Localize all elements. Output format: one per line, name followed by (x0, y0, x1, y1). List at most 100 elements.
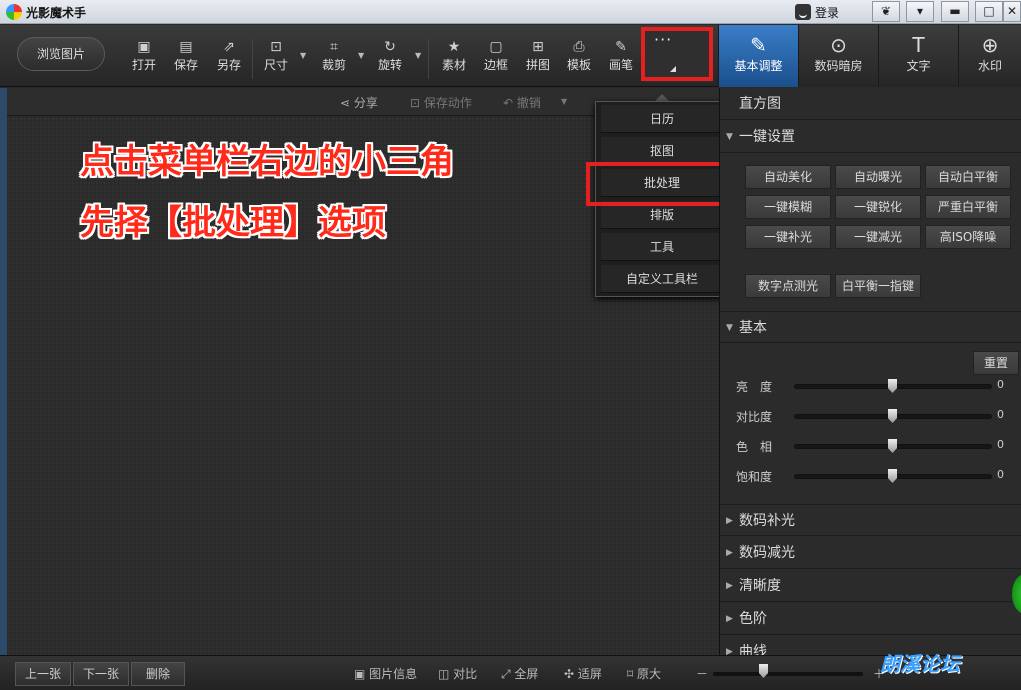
toolbar-divider (428, 39, 429, 79)
menu-item-custom-toolbar[interactable]: 自定义工具栏 (601, 265, 723, 293)
zoom-out-button[interactable]: － (696, 665, 708, 682)
undo-dropdown-caret-icon[interactable]: ▼ (561, 97, 567, 106)
fit-screen-button[interactable]: ✣ 适屏 (564, 665, 602, 682)
skin-button[interactable]: ❦ (872, 1, 900, 22)
tab-darkroom[interactable]: ⊙ 数码暗房 (798, 25, 878, 87)
save-button[interactable]: ▤ 保存 (168, 37, 204, 79)
curves-header[interactable]: ▶ 曲线 (720, 636, 1021, 655)
resize-dropdown-caret-icon[interactable]: ▼ (300, 51, 306, 60)
contrast-value: 0 (997, 408, 1004, 421)
compare-icon: ◫ (438, 667, 454, 681)
brightness-knob[interactable] (888, 379, 897, 393)
undo-label: 撤销 (516, 96, 541, 110)
menu-item-tools[interactable]: 工具 (601, 233, 723, 261)
levels-header[interactable]: ▶ 色阶 (720, 603, 1021, 635)
rotate-button[interactable]: ↻ 旋转 (372, 37, 408, 79)
severe-white-balance-button[interactable]: 严重白平衡 (925, 195, 1011, 219)
original-size-button[interactable]: ⌑ 原大 (627, 665, 661, 682)
oneclick-reduce-light-button[interactable]: 一键减光 (835, 225, 921, 249)
resize-button[interactable]: ⊡ 尺寸 (258, 37, 294, 79)
hue-slider-row: 色 相 0 (736, 436, 1021, 456)
zoom-slider-track[interactable] (713, 672, 863, 676)
bottom-bar: 上一张 下一张 删除 ▣ 图片信息 ◫ 对比 ⤢ 全屏 ✣ 适屏 ⌑ 原大 － … (0, 655, 1021, 690)
save-as-button[interactable]: ⇗ 另存 (211, 37, 247, 79)
hue-label: 色 相 (736, 440, 773, 454)
tab-basic-adjust[interactable]: ✎ 基本调整 (718, 25, 798, 87)
save-action-button[interactable]: ⊡ 保存动作 (410, 94, 472, 111)
open-button[interactable]: ▣ 打开 (126, 37, 162, 79)
annotation-line-2: 先择【批处理】选项 (80, 203, 386, 243)
toolbar-divider (252, 39, 253, 79)
maximize-button[interactable]: □ (975, 1, 1003, 22)
minimize-button[interactable]: ▬ (941, 1, 969, 22)
brush-icon: ✎ (615, 39, 627, 55)
oneclick-blur-button[interactable]: 一键模糊 (745, 195, 831, 219)
high-iso-denoise-button[interactable]: 高ISO降噪 (925, 225, 1011, 249)
contrast-knob[interactable] (888, 409, 897, 423)
fullscreen-button[interactable]: ⤢ 全屏 (501, 665, 538, 682)
tab-text[interactable]: T 文字 (878, 25, 958, 87)
digital-metering-button[interactable]: 数字点测光 (745, 274, 831, 298)
annotation-line-1: 点击菜单栏右边的小三角 (80, 142, 454, 182)
oneclick-header[interactable]: ▼ 一键设置 (720, 121, 1021, 153)
save-as-label: 另存 (216, 58, 241, 72)
hue-knob[interactable] (888, 439, 897, 453)
image-info-button[interactable]: ▣ 图片信息 (354, 665, 417, 682)
border-button[interactable]: ▢ 边框 (478, 37, 514, 79)
auto-exposure-button[interactable]: 自动曝光 (835, 165, 921, 189)
collage-button[interactable]: ⊞ 拼图 (520, 37, 556, 79)
reduce-light-header[interactable]: ▶ 数码减光 (720, 537, 1021, 569)
reduce-light-label: 数码减光 (739, 545, 795, 561)
fill-light-header[interactable]: ▶ 数码补光 (720, 504, 1021, 536)
compare-label: 对比 (453, 667, 478, 681)
menu-button[interactable]: ▾ (906, 1, 934, 22)
histogram-header[interactable]: 直方图 (720, 88, 1021, 120)
brush-button[interactable]: ✎ 画笔 (603, 37, 639, 79)
rotate-icon: ↻ (384, 39, 396, 55)
save-action-label: 保存动作 (423, 96, 472, 110)
material-button[interactable]: ★ 素材 (436, 37, 472, 79)
tab-watermark[interactable]: ⊕ 水印 (958, 25, 1021, 87)
crop-button[interactable]: ⌗ 裁剪 (316, 37, 352, 79)
delete-button[interactable]: 删除 (131, 662, 185, 686)
rotate-dropdown-caret-icon[interactable]: ▼ (415, 51, 421, 60)
levels-label: 色阶 (739, 611, 767, 627)
basic-header[interactable]: ▼ 基本 (720, 311, 1021, 343)
compare-button[interactable]: ◫ 对比 (438, 665, 477, 682)
info-icon: ▣ (354, 667, 370, 681)
auto-beautify-button[interactable]: 自动美化 (745, 165, 831, 189)
crop-label: 裁剪 (321, 58, 346, 72)
collage-label: 拼图 (525, 58, 550, 72)
undo-button[interactable]: ↶ 撤销 (503, 94, 541, 111)
user-face-icon (795, 4, 811, 20)
login-button[interactable]: 登录 (795, 2, 839, 22)
clarity-label: 清晰度 (739, 578, 781, 594)
menu-item-cutout[interactable]: 抠图 (601, 137, 723, 165)
saturation-knob[interactable] (888, 469, 897, 483)
prev-image-button[interactable]: 上一张 (15, 662, 71, 686)
share-button[interactable]: ⋖ 分享 (340, 94, 378, 111)
menu-item-calendar[interactable]: 日历 (601, 105, 723, 133)
brightness-value: 0 (997, 378, 1004, 391)
reset-button[interactable]: 重置 (973, 351, 1019, 375)
material-label: 素材 (441, 58, 466, 72)
border-label: 边框 (483, 58, 508, 72)
edit-icon: ✎ (750, 33, 767, 57)
expand-arrow-icon: ▶ (726, 614, 733, 624)
clarity-header[interactable]: ▶ 清晰度 (720, 570, 1021, 602)
collapse-arrow-icon: ▼ (726, 132, 733, 142)
next-image-button[interactable]: 下一张 (73, 662, 129, 686)
oneclick-sharpen-button[interactable]: 一键锐化 (835, 195, 921, 219)
oneclick-fill-light-button[interactable]: 一键补光 (745, 225, 831, 249)
white-balance-picker-button[interactable]: 白平衡一指键 (835, 274, 921, 298)
share-icon: ⋖ (340, 96, 354, 110)
auto-white-balance-button[interactable]: 自动白平衡 (925, 165, 1011, 189)
browse-images-button[interactable]: 浏览图片 (17, 37, 105, 71)
contrast-slider-row: 对比度 0 (736, 406, 1021, 426)
brightness-slider-row: 亮 度 0 (736, 376, 1021, 396)
crop-dropdown-caret-icon[interactable]: ▼ (358, 51, 364, 60)
fit-icon: ✣ (564, 667, 578, 681)
collage-icon: ⊞ (532, 39, 544, 55)
template-button[interactable]: ⎙ 模板 (561, 37, 597, 79)
close-button[interactable]: ✕ (1003, 1, 1021, 22)
